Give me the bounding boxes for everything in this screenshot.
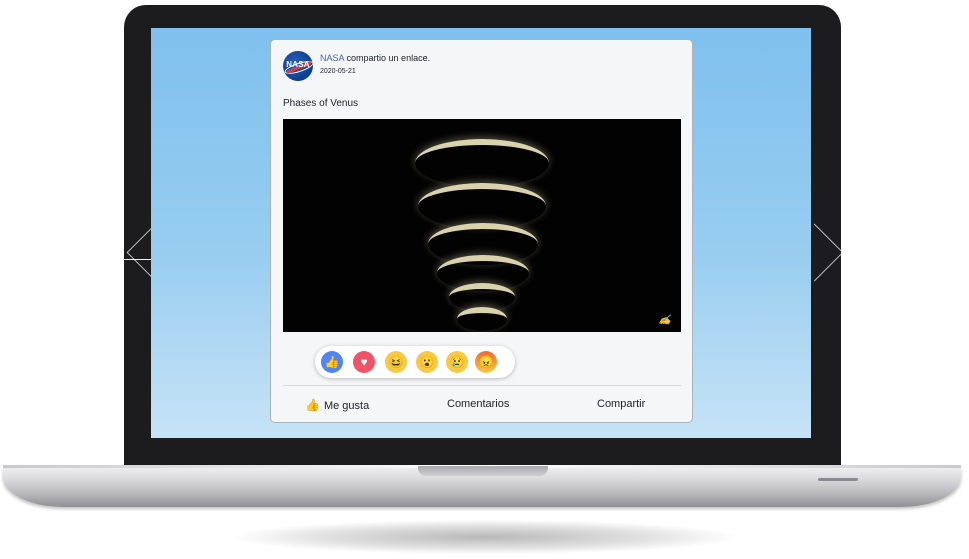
post-image-venus-phases[interactable]: ✍ (283, 119, 681, 332)
author-link[interactable]: NASA (320, 53, 344, 63)
love-reaction-icon[interactable]: ♥ (353, 351, 375, 373)
laptop-hinge-notch (418, 466, 548, 476)
author-action: compartio un enlace. (346, 53, 431, 63)
sad-reaction-icon[interactable]: 😢 (446, 351, 468, 373)
haha-reaction-icon[interactable]: 😆 (385, 351, 407, 373)
post-title: Phases of Venus (283, 98, 359, 109)
angry-reaction-icon[interactable]: 😠 (475, 351, 497, 373)
comment-button[interactable]: Comentarios (447, 398, 509, 410)
venus-phase-1 (415, 139, 549, 187)
thumbs-up-icon: 👍 (305, 398, 320, 412)
nasa-logo-avatar[interactable]: NASA (283, 51, 313, 81)
share-button[interactable]: Compartir (597, 398, 645, 410)
laptop-screen: NASA NASA compartio un enlace. 2020-05-2… (151, 28, 811, 438)
wow-reaction-icon[interactable]: 😮 (416, 351, 438, 373)
image-signature: ✍ (657, 315, 673, 326)
venus-phase-6 (457, 307, 507, 331)
nasa-logo-text: NASA (286, 60, 310, 69)
like-button[interactable]: 👍 Me gusta (305, 398, 369, 412)
facebook-post-card: NASA NASA compartio un enlace. 2020-05-2… (270, 39, 693, 423)
actions-divider (283, 385, 681, 386)
post-date[interactable]: 2020-05-21 (320, 68, 356, 75)
laptop-side-slot (818, 478, 858, 481)
like-reaction-icon[interactable]: 👍 (321, 351, 343, 373)
reactions-bar: 👍 ♥ 😆 😮 😢 😠 (315, 346, 515, 378)
like-label: Me gusta (323, 400, 370, 412)
post-header: NASA compartio un enlace. (320, 53, 430, 63)
laptop-floor-shadow (235, 520, 735, 554)
